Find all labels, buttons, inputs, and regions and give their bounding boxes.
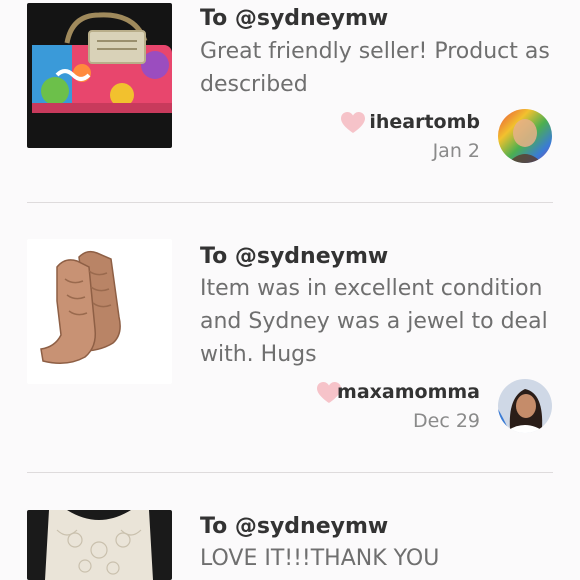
heart-icon[interactable] (340, 111, 366, 135)
product-thumbnail-lace-top[interactable] (27, 510, 172, 580)
divider (27, 202, 553, 203)
review-recipient[interactable]: To @sydneymw (200, 244, 388, 270)
divider (27, 472, 553, 473)
review-recipient[interactable]: To @sydneymw (200, 514, 388, 540)
review-text: Great friendly seller! Product as descri… (200, 39, 550, 97)
review-text: Item was in excellent condition and Sydn… (200, 276, 548, 367)
review-text: LOVE IT!!!THANK YOU (200, 546, 440, 571)
reviewer-username[interactable]: iheartomb (369, 111, 480, 133)
review-recipient[interactable]: To @sydneymw (200, 6, 388, 32)
reviewer-avatar[interactable] (498, 379, 552, 433)
review-date: Dec 29 (413, 410, 480, 432)
reviewer-username[interactable]: maxamomma (337, 381, 480, 403)
product-thumbnail-handbag[interactable] (27, 3, 172, 148)
reviewer-avatar[interactable] (498, 109, 552, 163)
review-date: Jan 2 (432, 140, 480, 162)
product-thumbnail-boots[interactable] (27, 239, 172, 384)
